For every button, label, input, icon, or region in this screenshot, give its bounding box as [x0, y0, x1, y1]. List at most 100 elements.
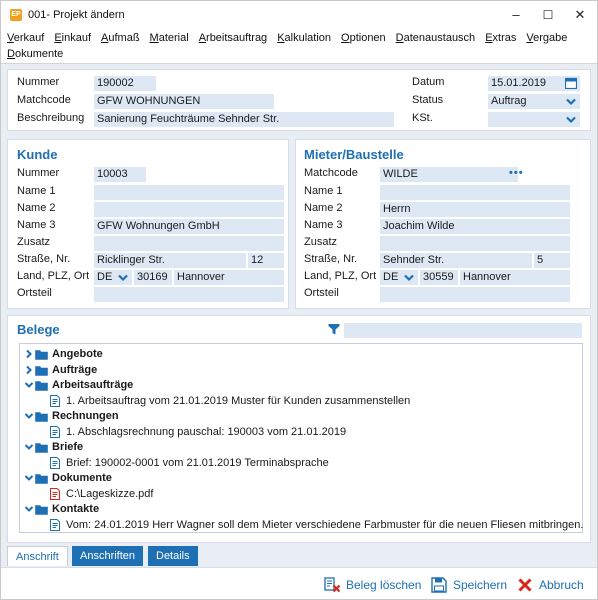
menu-datenaustausch[interactable]: Datenaustausch	[396, 30, 476, 46]
menu-verkauf[interactable]: Verkauf	[7, 30, 44, 46]
chevron-down-icon[interactable]	[24, 504, 34, 514]
customer-district-field[interactable]	[94, 287, 284, 302]
description-field[interactable]: Sanierung Feuchträume Sehnder Str.	[94, 112, 394, 127]
tenant-matchcode-field[interactable]: WILDE	[380, 167, 518, 182]
tree-document-item[interactable]: Brief: 190002-0001 vom 21.01.2019 Termin…	[20, 456, 580, 471]
tree-pdf-item[interactable]: C:\Lageskizze.pdf	[20, 487, 580, 502]
save-label: Speichern	[453, 578, 508, 592]
menu-extras[interactable]: Extras	[485, 30, 516, 46]
chevron-right-icon[interactable]	[24, 365, 34, 375]
tree-folder[interactable]: Rechnungen	[20, 409, 580, 424]
delete-document-button[interactable]: Beleg löschen	[324, 577, 421, 593]
tenant-district-field[interactable]	[380, 287, 570, 302]
window-title: 001- Projekt ändern	[28, 9, 125, 21]
customer-section-title: Kunde	[17, 147, 58, 162]
document-icon	[50, 425, 60, 438]
calendar-icon[interactable]	[565, 77, 577, 89]
project-header-panel: Nummer 190002 Matchcode GFW WOHNUNGEN Be…	[7, 69, 591, 131]
tenant-zip-field[interactable]: 30559	[420, 270, 458, 285]
tab-details[interactable]: Details	[148, 546, 198, 566]
mieter-name3-label: Name 3	[304, 219, 343, 231]
customer-name3-field[interactable]: GFW Wohnungen GmbH	[94, 219, 284, 234]
folder-open-icon	[35, 474, 48, 484]
kunde-zusatz-label: Zusatz	[17, 236, 51, 248]
documents-filter-field[interactable]	[344, 323, 582, 338]
menu-kalkulation[interactable]: Kalkulation	[277, 30, 331, 46]
chevron-down-icon[interactable]	[24, 411, 34, 421]
chevron-down-icon[interactable]	[24, 380, 34, 390]
folder-open-icon	[35, 381, 48, 391]
matchcode-label: Matchcode	[17, 94, 71, 106]
documents-section-title: Belege	[17, 322, 60, 337]
chevron-right-icon[interactable]	[24, 349, 34, 359]
tree-folder[interactable]: Briefe	[20, 440, 580, 455]
kst-label: KSt.	[412, 112, 433, 124]
customer-number-field[interactable]: 10003	[94, 167, 146, 182]
tree-folder[interactable]: Aufträge	[20, 363, 580, 378]
menu-aufmass[interactable]: Aufmaß	[101, 30, 140, 46]
customer-name1-field[interactable]	[94, 185, 284, 200]
tenant-housenumber-field[interactable]: 5	[534, 253, 570, 268]
tree-folder[interactable]: Arbeitsaufträge	[20, 378, 580, 393]
tenant-zusatz-field[interactable]	[380, 236, 570, 251]
chevron-down-icon[interactable]	[565, 96, 577, 108]
close-button[interactable]: ✕	[565, 5, 595, 25]
tenant-site-panel: Mieter/Baustelle Matchcode WILDE ••• Nam…	[295, 139, 591, 309]
kunde-nummer-label: Nummer	[17, 167, 60, 179]
tenant-section-title: Mieter/Baustelle	[304, 147, 404, 162]
tree-folder[interactable]: Angebote	[20, 347, 580, 362]
customer-city-field[interactable]: Hannover	[174, 270, 284, 285]
kunde-strasse-label: Straße, Nr.	[17, 253, 71, 265]
customer-name2-field[interactable]	[94, 202, 284, 217]
menu-optionen[interactable]: Optionen	[341, 30, 386, 46]
app-icon: EP	[10, 9, 22, 21]
customer-zip-field[interactable]: 30169	[134, 270, 172, 285]
document-icon	[50, 394, 60, 407]
tree-document-item[interactable]: Vom: 24.01.2019 Herr Wagner soll dem Mie…	[20, 518, 583, 533]
tab-anschriften[interactable]: Anschriften	[72, 546, 144, 566]
menu-material[interactable]: Material	[150, 30, 189, 46]
customer-street-field[interactable]: Ricklinger Str.	[94, 253, 246, 268]
kunde-ortsteil-label: Ortsteil	[17, 287, 52, 299]
chevron-down-icon[interactable]	[403, 272, 415, 284]
tenant-name2-field[interactable]: Herrn	[380, 202, 570, 217]
customer-panel: Kunde Nummer 10003 Name 1 Name 2 Name 3 …	[7, 139, 289, 309]
tree-document-item[interactable]: 1. Arbeitsauftrag vom 21.01.2019 Muster …	[20, 394, 580, 409]
filter-icon[interactable]	[328, 323, 340, 335]
chevron-down-icon[interactable]	[565, 114, 577, 126]
tree-folder[interactable]: Dokumente	[20, 471, 580, 486]
maximize-button[interactable]: ☐	[533, 5, 563, 25]
customer-zusatz-field[interactable]	[94, 236, 284, 251]
tenant-name3-field[interactable]: Joachim Wilde	[380, 219, 570, 234]
title-bar: EP 001- Projekt ändern – ☐ ✕	[1, 1, 597, 29]
customer-housenumber-field[interactable]: 12	[248, 253, 284, 268]
cancel-button[interactable]: Abbruch	[517, 577, 591, 593]
menu-dokumente[interactable]: Dokumente	[7, 46, 63, 62]
tenant-name1-field[interactable]	[380, 185, 570, 200]
delete-document-icon	[324, 577, 341, 593]
mieter-name1-label: Name 1	[304, 185, 343, 197]
chevron-down-icon[interactable]	[117, 272, 129, 284]
tree-document-item[interactable]: 1. Abschlagsrechnung pauschal: 190003 vo…	[20, 425, 580, 440]
save-button[interactable]: Speichern	[431, 577, 511, 593]
tree-folder[interactable]: Kontakte	[20, 502, 580, 517]
menu-arbeitsauftrag[interactable]: Arbeitsauftrag	[199, 30, 268, 46]
chevron-down-icon[interactable]	[24, 473, 34, 483]
menu-bar: Verkauf Einkauf Aufmaß Material Arbeitsauftr…	[7, 30, 593, 62]
tenant-city-field[interactable]: Hannover	[460, 270, 570, 285]
kunde-name2-label: Name 2	[17, 202, 56, 214]
mieter-matchcode-label: Matchcode	[304, 167, 358, 179]
cancel-icon	[518, 578, 532, 592]
beschreibung-label: Beschreibung	[17, 112, 85, 124]
project-number-field[interactable]: 190002	[94, 76, 156, 91]
tab-anschrift[interactable]: Anschrift	[7, 546, 68, 566]
nummer-label: Nummer	[17, 76, 60, 88]
chevron-down-icon[interactable]	[24, 442, 34, 452]
menu-vergabe[interactable]: Vergabe	[526, 30, 567, 46]
more-options-icon[interactable]: •••	[509, 167, 524, 179]
matchcode-field[interactable]: GFW WOHNUNGEN	[94, 94, 274, 109]
pdf-file-icon	[50, 487, 60, 500]
tenant-street-field[interactable]: Sehnder Str.	[380, 253, 532, 268]
minimize-button[interactable]: –	[501, 5, 531, 25]
menu-einkauf[interactable]: Einkauf	[54, 30, 91, 46]
